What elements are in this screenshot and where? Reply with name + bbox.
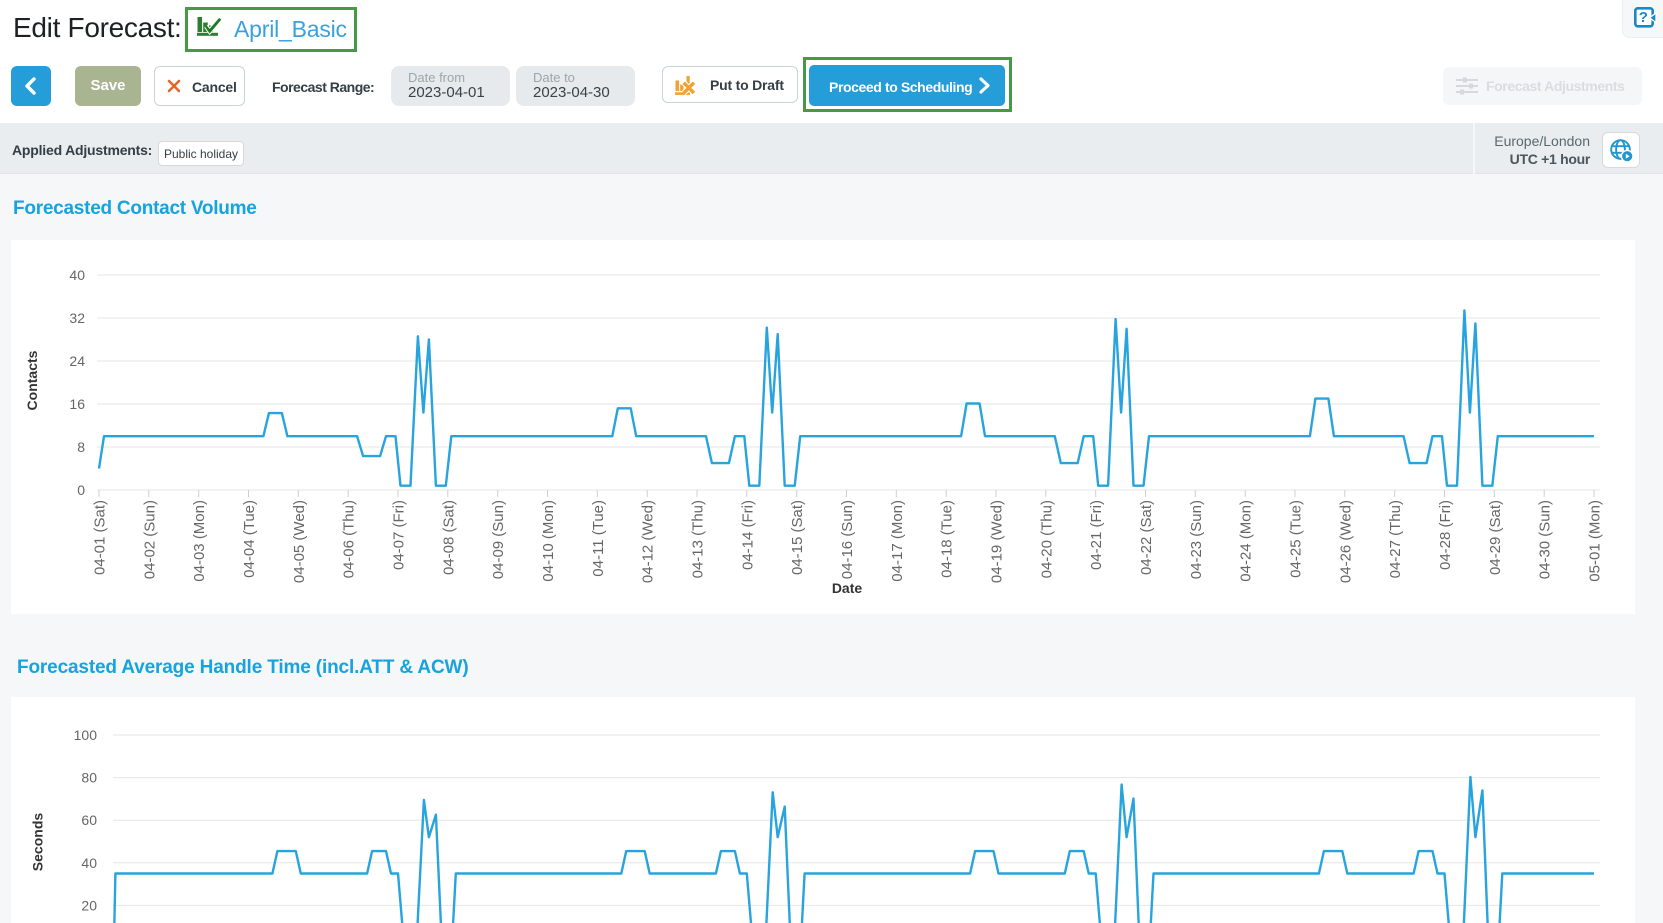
svg-text:0: 0 xyxy=(77,482,85,498)
svg-text:04-17 (Mon): 04-17 (Mon) xyxy=(889,500,906,582)
svg-text:04-10 (Mon): 04-10 (Mon) xyxy=(540,500,557,582)
svg-text:04-19 (Wed): 04-19 (Wed) xyxy=(989,500,1006,583)
svg-text:?: ? xyxy=(1639,9,1648,26)
svg-text:04-21 (Fri): 04-21 (Fri) xyxy=(1088,500,1105,570)
svg-text:Date: Date xyxy=(832,580,863,596)
svg-text:20: 20 xyxy=(81,897,97,913)
svg-text:8: 8 xyxy=(77,439,85,455)
svg-text:05-01 (Mon): 05-01 (Mon) xyxy=(1587,500,1604,582)
svg-text:04-15 (Sat): 04-15 (Sat) xyxy=(789,500,806,575)
svg-text:04-08 (Sat): 04-08 (Sat) xyxy=(440,500,457,575)
svg-text:04-12 (Wed): 04-12 (Wed) xyxy=(640,500,657,583)
svg-text:04-25 (Tue): 04-25 (Tue) xyxy=(1288,500,1305,578)
svg-text:04-13 (Thu): 04-13 (Thu) xyxy=(690,500,707,578)
svg-text:60: 60 xyxy=(81,812,97,828)
svg-text:04-02 (Sun): 04-02 (Sun) xyxy=(141,500,158,579)
svg-text:04-20 (Thu): 04-20 (Thu) xyxy=(1038,500,1055,578)
svg-text:Contacts: Contacts xyxy=(24,350,40,410)
svg-text:04-29 (Sat): 04-29 (Sat) xyxy=(1487,500,1504,575)
svg-text:04-11 (Tue): 04-11 (Tue) xyxy=(590,500,607,577)
svg-text:04-28 (Fri): 04-28 (Fri) xyxy=(1437,500,1454,570)
svg-text:04-23 (Sun): 04-23 (Sun) xyxy=(1188,500,1205,579)
svg-text:04-22 (Sat): 04-22 (Sat) xyxy=(1138,500,1155,575)
svg-text:40: 40 xyxy=(69,267,85,283)
svg-text:04-27 (Thu): 04-27 (Thu) xyxy=(1387,500,1404,578)
svg-text:04-03 (Mon): 04-03 (Mon) xyxy=(191,500,208,582)
svg-text:04-26 (Wed): 04-26 (Wed) xyxy=(1337,500,1354,583)
svg-text:80: 80 xyxy=(81,770,97,786)
svg-text:04-18 (Tue): 04-18 (Tue) xyxy=(939,500,956,578)
svg-text:04-05 (Wed): 04-05 (Wed) xyxy=(291,500,308,583)
svg-text:24: 24 xyxy=(69,353,85,369)
svg-text:32: 32 xyxy=(69,310,85,326)
svg-text:04-07 (Fri): 04-07 (Fri) xyxy=(391,500,408,570)
svg-text:04-09 (Sun): 04-09 (Sun) xyxy=(490,500,507,579)
svg-text:100: 100 xyxy=(74,727,98,743)
svg-text:04-14 (Fri): 04-14 (Fri) xyxy=(739,500,756,570)
svg-text:04-01 (Sat): 04-01 (Sat) xyxy=(92,500,109,575)
svg-text:40: 40 xyxy=(81,855,97,871)
svg-text:04-30 (Sun): 04-30 (Sun) xyxy=(1537,500,1554,579)
svg-text:04-06 (Thu): 04-06 (Thu) xyxy=(341,500,358,578)
svg-text:04-04 (Tue): 04-04 (Tue) xyxy=(241,500,258,578)
svg-text:Seconds: Seconds xyxy=(30,813,46,872)
svg-text:04-16 (Sun): 04-16 (Sun) xyxy=(839,500,856,579)
svg-text:16: 16 xyxy=(69,396,85,412)
svg-text:04-24 (Mon): 04-24 (Mon) xyxy=(1238,500,1255,582)
